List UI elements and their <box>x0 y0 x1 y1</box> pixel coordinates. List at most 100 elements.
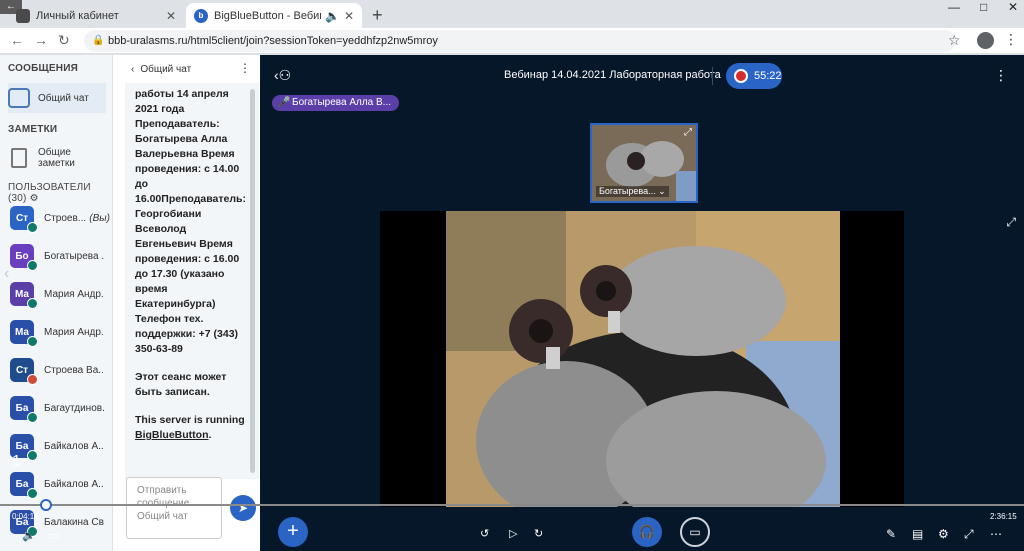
playback-progress[interactable] <box>0 504 1024 506</box>
sidebar: СООБЩЕНИЯ Общий чат ЗАМЕТКИ Общие заметк… <box>0 55 112 551</box>
users-header-label: ПОЛЬЗОВАТЕЛИ (30) <box>8 182 91 204</box>
send-button[interactable]: ➤ <box>230 495 256 521</box>
rewind-icon[interactable]: ↺ <box>480 527 489 540</box>
video-area <box>380 211 904 507</box>
bbb-favicon-icon: b <box>194 8 208 23</box>
more-icon[interactable]: ⋯ <box>990 527 1002 541</box>
chat-bubble-icon[interactable]: ▭ <box>48 529 58 542</box>
sidebar-item-label: Общие заметки <box>38 147 75 169</box>
address-bar[interactable]: 🔒 bbb-uralasms.ru/html5client/join?sessi… <box>84 30 956 52</box>
webcam-user-label[interactable]: Богатырева... ⌄ <box>596 186 669 197</box>
current-time: 0:04:18 <box>12 512 39 521</box>
fullscreen-icon[interactable]: ⤢ <box>1006 215 1016 230</box>
chat-message-input[interactable]: Отправить сообщение Общий чат <box>126 477 222 539</box>
user-list-item[interactable]: Бо Богатырева ... <box>10 241 110 271</box>
new-tab-button[interactable]: + <box>372 5 383 26</box>
record-icon <box>734 69 748 83</box>
user-list-item[interactable]: Ба Байкалов А... <box>10 469 110 499</box>
webcam-video <box>446 211 840 507</box>
user-name: Байкалов А... <box>44 440 104 452</box>
tab-close-icon[interactable]: ✕ <box>166 9 176 23</box>
chat-icon <box>8 88 30 108</box>
you-label: (Вы) <box>89 212 110 224</box>
expand-icon[interactable]: ⤢ <box>964 527 974 542</box>
profile-avatar-icon[interactable] <box>977 32 994 49</box>
audio-headset-button[interactable]: 🎧 <box>632 517 662 547</box>
forward-arrow-icon[interactable]: → <box>34 32 48 48</box>
forward-icon[interactable]: ↻ <box>534 527 543 540</box>
minimize-button[interactable]: — <box>948 0 960 18</box>
user-name: Мария Андр... <box>44 288 104 300</box>
lock-icon: 🔒 <box>92 35 105 46</box>
recording-indicator[interactable]: 55:22 <box>726 63 782 89</box>
chat-title: Общий чат <box>140 63 192 75</box>
tab-bigbluebutton[interactable]: b BigBlueButton - Вебинар 14 🔈 ✕ <box>186 3 362 28</box>
tab-favicon-icon <box>16 8 30 23</box>
tab-title: BigBlueButton - Вебинар 14 <box>214 9 321 22</box>
status-badge <box>27 222 38 233</box>
avatar-initials: Ба <box>15 440 29 452</box>
options-menu-icon[interactable]: ⋮ <box>994 67 1008 84</box>
tab-personal-cabinet[interactable]: Личный кабинет ✕ <box>8 3 184 28</box>
user-name: Байкалов А... <box>44 478 104 490</box>
avatar: Ма <box>10 320 38 347</box>
user-name: Мария Андр... <box>44 326 104 338</box>
user-list-item[interactable]: Ст Строев... (Вы) <box>10 203 110 233</box>
status-badge <box>27 488 38 499</box>
user-name: Балакина Св... <box>44 516 104 528</box>
avatar: Ст <box>10 206 38 233</box>
message-list: работы 14 апреля 2021 года Преподаватель… <box>125 83 259 479</box>
status-badge <box>27 260 38 271</box>
tab-title: Личный кабинет <box>36 9 119 22</box>
actions-button[interactable]: + <box>278 517 308 547</box>
status-badge <box>27 450 38 461</box>
volume-icon[interactable]: 🔈 <box>22 529 36 542</box>
play-icon[interactable]: ▷ <box>509 527 517 540</box>
pencil-icon[interactable]: ✎ <box>886 527 896 541</box>
browser-menu-icon[interactable]: ⋮ <box>1004 31 1018 48</box>
captions-icon[interactable]: ▤ <box>912 527 923 541</box>
bbb-link[interactable]: BigBlueButton <box>135 429 209 441</box>
chat-scrollbar[interactable] <box>250 89 255 473</box>
maximize-button[interactable]: □ <box>980 0 987 18</box>
chat-header[interactable]: ‹ Общий чат ⋮ <box>113 55 261 83</box>
chevron-left-icon[interactable]: ‹ <box>131 64 134 75</box>
webcam-thumbnail[interactable]: ⤢ Богатырева... ⌄ <box>590 123 698 203</box>
user-name: Строева Ва... <box>44 364 104 376</box>
talking-indicator[interactable]: 🎤 Богатырева Алла В... <box>272 95 400 111</box>
toggle-userlist-icon[interactable]: ‹⚇ <box>274 67 291 84</box>
sidebar-item-public-chat[interactable]: Общий чат <box>8 83 106 113</box>
status-badge <box>27 298 38 309</box>
speaker-icon[interactable]: 🔈 <box>325 9 340 23</box>
chevron-left-icon[interactable]: ‹ <box>4 265 9 283</box>
settings-icon[interactable]: ⚙ <box>938 527 949 541</box>
talker-name: Богатырева Алла В... <box>292 97 392 108</box>
meeting-title: Вебинар 14.04.2021 Лабораторная работа <box>504 69 721 81</box>
back-arrow-icon[interactable]: ← <box>10 32 24 48</box>
bookmark-star-icon[interactable]: ☆ <box>948 32 961 49</box>
user-list-item[interactable]: Ст Строева Ва... <box>10 355 110 385</box>
video-frame <box>446 211 840 507</box>
url-text: bbb-uralasms.ru/html5client/join?session… <box>108 35 438 47</box>
user-list-item[interactable]: Ма Мария Андр... <box>10 279 110 309</box>
chat-options-icon[interactable]: ⋮ <box>239 61 251 75</box>
caption-number: 1 <box>12 453 21 470</box>
reload-icon[interactable]: ↻ <box>58 32 70 49</box>
status-badge <box>27 374 38 385</box>
user-list-item[interactable]: Ба Багаутдинов... <box>10 393 110 423</box>
sidebar-item-shared-notes[interactable]: Общие заметки <box>8 143 106 173</box>
user-list-item[interactable]: Ба Байкалов А... <box>10 431 110 461</box>
total-time: 2:36:15 <box>990 512 1017 521</box>
progress-knob[interactable] <box>40 499 52 511</box>
expand-icon[interactable]: ⤢ <box>684 127 692 138</box>
avatar-initials: Ст <box>15 364 29 376</box>
users-header: ПОЛЬЗОВАТЕЛИ (30) ⚙ <box>8 182 112 204</box>
user-list-item[interactable]: Ма Мария Андр... <box>10 317 110 347</box>
close-window-button[interactable]: ✕ <box>1008 0 1018 18</box>
avatar-initials: Ба <box>15 402 29 414</box>
message-text: . <box>208 429 212 441</box>
camera-off-button[interactable]: ▭ <box>680 517 710 547</box>
avatar: Бо <box>10 244 38 271</box>
browser-toolbar: ← → ↻ 🔒 bbb-uralasms.ru/html5client/join… <box>0 28 1024 54</box>
tab-close-icon[interactable]: ✕ <box>344 9 354 23</box>
